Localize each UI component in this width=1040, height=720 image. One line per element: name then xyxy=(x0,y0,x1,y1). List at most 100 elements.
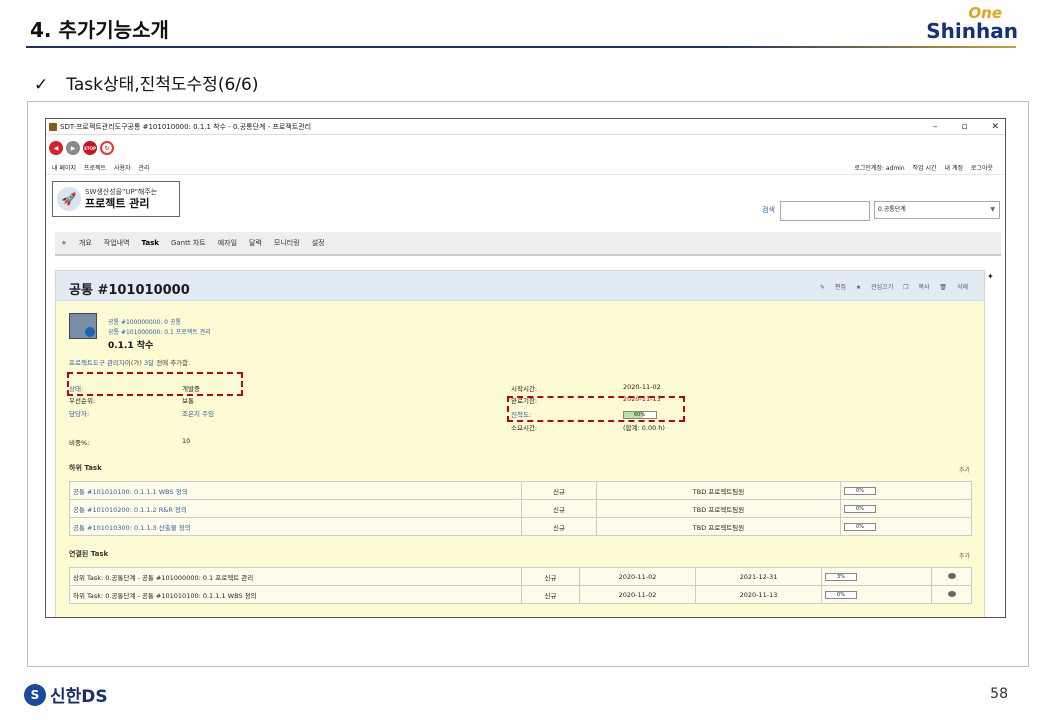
issue-title: 공통 #101010000 xyxy=(69,283,190,298)
menu-new-plus[interactable]: + xyxy=(61,239,67,247)
delete-button[interactable]: 🗑 삭제 xyxy=(939,284,968,291)
added-mid: 이(가) xyxy=(124,359,144,367)
related-progress-cell: 3% xyxy=(821,567,932,586)
related-progress: 0% xyxy=(825,591,857,599)
subtask-assignee: TBD 프로젝트팀원 xyxy=(596,517,841,536)
progress-highlight xyxy=(507,396,685,422)
related-status: 신규 xyxy=(521,585,580,604)
subtasks-add-link[interactable]: 추가 xyxy=(959,465,970,474)
related-end: 2021-12-31 xyxy=(695,567,822,586)
subtask-progress-cell: 0% xyxy=(840,499,972,518)
subtask-status: 신규 xyxy=(521,499,597,518)
related-add-link[interactable]: 추가 xyxy=(959,551,970,560)
logo-title: 프로젝트 관리 xyxy=(85,196,150,210)
edit-button[interactable]: ✎ 편집 xyxy=(820,284,846,291)
project-logo[interactable]: 🚀 SW생산성을"UP"해주는 프로젝트 관리 xyxy=(52,181,180,217)
subtitle-text: Task상태,진척도수정(6/6) xyxy=(66,75,259,95)
unlink-icon[interactable] xyxy=(947,590,956,597)
tab-calendar[interactable]: 달력 xyxy=(249,238,262,248)
topmenu-work-time[interactable]: 작업 시간 xyxy=(913,165,937,172)
subtask-progress-cell: 0% xyxy=(840,481,972,500)
related-name[interactable]: 상위 Task: 0.공통단계 - 공통 #101000000: 0.1 프로젝… xyxy=(69,567,522,586)
topmenu-my-account[interactable]: 내 계정 xyxy=(945,165,963,172)
delete-label: 삭제 xyxy=(956,284,968,291)
check-icon: ✓ xyxy=(34,75,49,95)
reload-icon[interactable]: ↻ xyxy=(100,141,114,155)
related-start: 2020-11-02 xyxy=(579,567,696,586)
related-name[interactable]: 하위 Task: 0.공통단계 - 공통 #101010100: 0.1.1.1… xyxy=(69,585,522,604)
author-link[interactable]: 프로젝트도구 관리자 xyxy=(69,359,125,367)
copy-button[interactable]: ❐ 복사 xyxy=(903,284,929,291)
related-end: 2020-11-13 xyxy=(695,585,822,604)
topmenu-admin[interactable]: 관리 xyxy=(138,165,149,172)
added-suffix: 전에 추가함. xyxy=(154,359,191,367)
unlink-icon[interactable] xyxy=(947,572,956,579)
search-input[interactable] xyxy=(780,201,870,221)
tab-agile[interactable]: 예자일 xyxy=(218,238,237,248)
minimize-icon[interactable]: – xyxy=(933,119,938,135)
subtask-name[interactable]: 공통 #101010100: 0.1.1.1 WBS 정의 xyxy=(69,481,522,500)
top-menu: 내 페이지 프로젝트 사용자 관리 로그인계정: admin 작업 시간 내 계… xyxy=(46,161,1005,175)
added-by: 프로젝트도구 관리자이(가) 3달 전에 추가함. xyxy=(69,357,190,367)
project-menu: + 개요 작업내역 Task Gantt 차트 예자일 달력 모니터링 설정 xyxy=(55,232,1001,256)
added-ago-link[interactable]: 3달 xyxy=(144,359,154,367)
tab-settings[interactable]: 설정 xyxy=(312,238,325,248)
tab-overview[interactable]: 개요 xyxy=(79,238,92,248)
topmenu-projects[interactable]: 프로젝트 xyxy=(84,165,106,172)
subtask-progress-cell: 0% xyxy=(840,517,972,536)
project-select-value: 0.공통단계 xyxy=(878,206,906,213)
table-row: 상위 Task: 0.공통단계 - 공통 #101000000: 0.1 프로젝… xyxy=(69,567,972,586)
app-header: 🚀 SW생산성을"UP"해주는 프로젝트 관리 검색 0.공통단계 ▼ xyxy=(46,175,1005,227)
tab-activity[interactable]: 작업내역 xyxy=(104,238,130,248)
spent-value: (합계: 0.00 h) xyxy=(623,424,665,432)
rocket-icon: 🚀 xyxy=(57,187,81,211)
issue-subject: 0.1.1 착수 xyxy=(108,341,154,351)
subtask-name[interactable]: 공통 #101010200: 0.1.1.2 R&R 정의 xyxy=(69,499,522,518)
related-start: 2020-11-02 xyxy=(579,585,696,604)
topmenu-logout[interactable]: 로그아웃 xyxy=(971,165,993,172)
tab-monitoring[interactable]: 모니터링 xyxy=(274,238,300,248)
window-title: SDT-프로젝트관리도구공통 #101010000: 0.1.1 착수 - 0.… xyxy=(60,123,312,131)
unwatch-label: 관심끄기 xyxy=(871,284,894,291)
related-progress-cell: 0% xyxy=(821,585,932,604)
start-label: 시작시간: xyxy=(511,385,538,393)
window-titlebar: SDT-프로젝트관리도구공통 #101010000: 0.1.1 착수 - 0.… xyxy=(46,119,1005,135)
avatar xyxy=(69,313,97,339)
sidebar-toggle-icon[interactable]: ✦ xyxy=(987,272,994,281)
stop-icon[interactable]: STOP xyxy=(83,141,97,155)
nav-toolbar: ◀ ▶ STOP ↻ xyxy=(46,135,1005,161)
tab-task[interactable]: Task xyxy=(142,239,159,247)
back-icon[interactable]: ◀ xyxy=(49,141,63,155)
tab-gantt[interactable]: Gantt 차트 xyxy=(171,238,206,248)
slide-title: 4. 추가기능소개 xyxy=(30,18,169,42)
weight-value: 10 xyxy=(182,437,191,445)
login-account: 로그인계정: admin xyxy=(854,165,905,172)
table-row: 공통 #101010300: 0.1.1.3 산출물 정의 신규 TBD 프로젝… xyxy=(69,517,972,536)
parent-link-1[interactable]: 공통 #100000000: 0 공통 xyxy=(108,317,181,326)
weight-label: 비중%: xyxy=(69,439,90,447)
table-row: 공통 #101010200: 0.1.1.2 R&R 정의 신규 TBD 프로젝… xyxy=(69,499,972,518)
topmenu-users[interactable]: 사용자 xyxy=(114,165,131,172)
slide-subtitle: ✓ Task상태,진척도수정(6/6) xyxy=(34,70,258,95)
priority-value: 보통 xyxy=(182,397,194,405)
subtask-assignee: TBD 프로젝트팀원 xyxy=(596,499,841,518)
search-label[interactable]: 검색 xyxy=(762,205,775,215)
project-select[interactable]: 0.공통단계 ▼ xyxy=(874,201,1000,219)
start-value: 2020-11-02 xyxy=(623,383,661,391)
close-icon[interactable]: ✕ xyxy=(991,119,999,135)
topmenu-my-page[interactable]: 내 페이지 xyxy=(52,165,76,172)
brand-shinhan: Shinhan xyxy=(926,19,1018,43)
related-remove-cell xyxy=(931,567,972,586)
forward-icon[interactable]: ▶ xyxy=(66,141,80,155)
assignee-value[interactable]: 조은지 주임 xyxy=(182,408,214,418)
parent-link-2[interactable]: 공통 #101000000: 0.1 프로젝트 관리 xyxy=(108,327,211,336)
unwatch-button[interactable]: ★ 관심끄기 xyxy=(856,284,893,291)
maximize-icon[interactable]: ▫ xyxy=(961,119,967,135)
subtask-name[interactable]: 공통 #101010300: 0.1.1.3 산출물 정의 xyxy=(69,517,522,536)
footer-logo-text: 신한DS xyxy=(50,687,108,707)
slide: 4. 추가기능소개 One Shinhan ✓ Task상태,진척도수정(6/6)… xyxy=(0,0,1040,720)
issue-panel: 공통 #101010000 ✎ 편집 ★ 관심끄기 ❐ 복사 🗑 삭제 공통 #… xyxy=(55,270,985,617)
subtask-assignee: TBD 프로젝트팀원 xyxy=(596,481,841,500)
copy-label: 복사 xyxy=(918,284,930,291)
subtasks-title: 하위 Task xyxy=(69,464,102,472)
